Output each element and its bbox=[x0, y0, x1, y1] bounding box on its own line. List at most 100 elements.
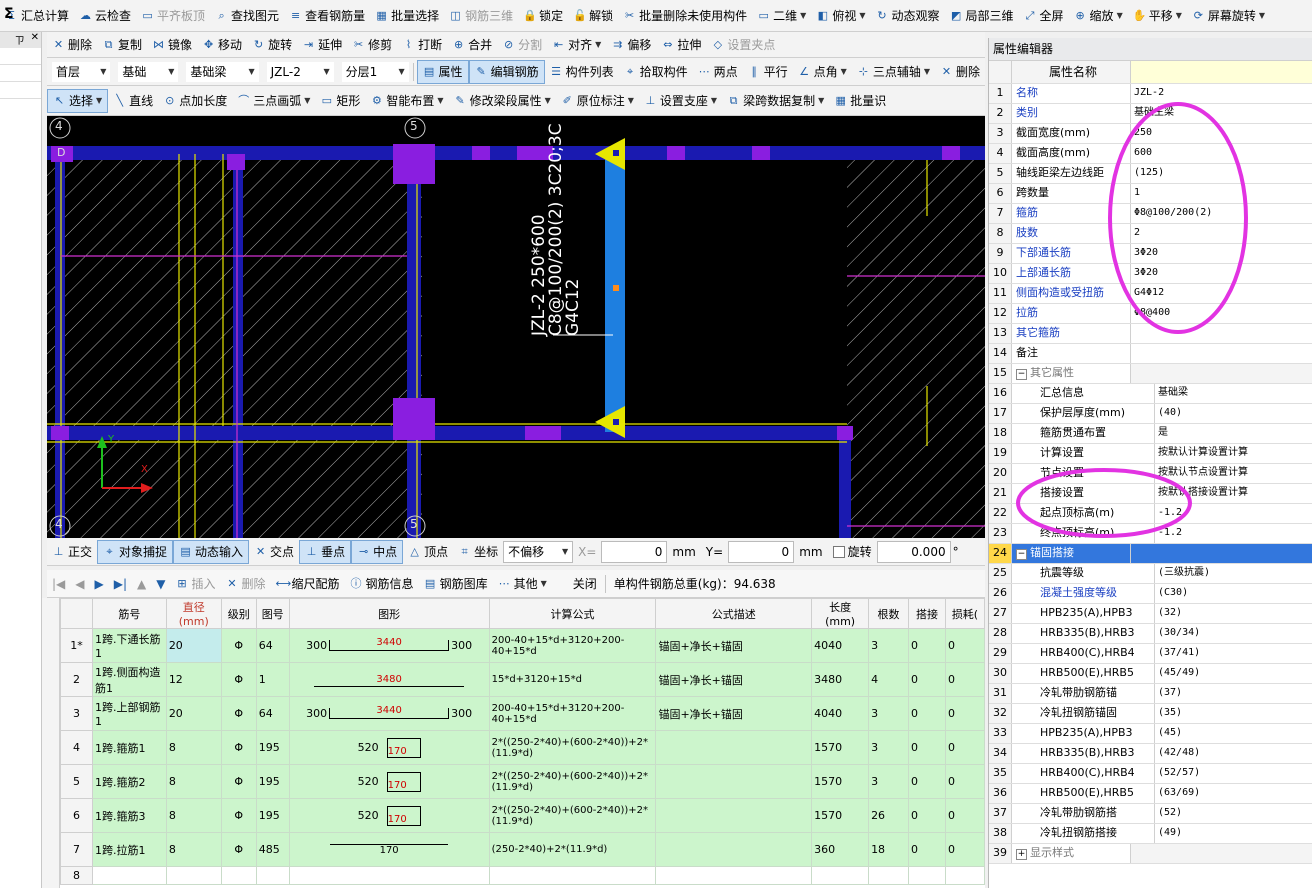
cell-count[interactable] bbox=[868, 866, 909, 885]
cell-name[interactable]: 1跨.侧面构造筋1 bbox=[91, 662, 167, 697]
cell-desc[interactable] bbox=[655, 730, 813, 765]
cell-shape[interactable]: 520 170 bbox=[288, 764, 490, 799]
property-row[interactable]: 24− 锚固搭接 bbox=[989, 544, 1312, 564]
property-row[interactable]: 19 计算设置 按默认计算设置计算 bbox=[989, 444, 1312, 464]
cell-shape[interactable]: 520 170 bbox=[288, 798, 490, 833]
cell-grade[interactable] bbox=[220, 866, 257, 885]
property-row[interactable]: 4 截面高度(mm) 600 bbox=[989, 144, 1312, 164]
tb1-button-14[interactable]: ⤢ 全屏 bbox=[1019, 5, 1069, 27]
snapitems-button-5[interactable]: ⊸ 中点 bbox=[351, 539, 404, 564]
cell-loss[interactable]: 0 bbox=[944, 798, 985, 833]
property-row[interactable]: 29 HRB400(C),HRB4 (37/41) bbox=[989, 644, 1312, 664]
last-record-button[interactable]: ▶| bbox=[109, 573, 132, 595]
property-value[interactable]: (52/57) bbox=[1155, 764, 1312, 783]
cell-grade[interactable]: Φ bbox=[220, 662, 257, 697]
rebar-col-header-3[interactable]: 图号 bbox=[255, 598, 290, 629]
next-record-button[interactable]: ▶ bbox=[90, 573, 109, 595]
cell-loss[interactable] bbox=[944, 866, 985, 885]
property-row[interactable]: 35 HRB400(C),HRB4 (52/57) bbox=[989, 764, 1312, 784]
tree-toggle-icon[interactable]: − bbox=[1016, 369, 1027, 380]
property-row[interactable]: 11 侧面构造或受扭筋 G4Φ12 bbox=[989, 284, 1312, 304]
property-value[interactable]: 按默认计算设置计算 bbox=[1155, 444, 1312, 463]
cell-formula[interactable]: 200-40+15*d+3120+200-40+15*d bbox=[488, 696, 657, 731]
left-beam[interactable] bbox=[55, 146, 65, 538]
table-row[interactable]: 8 bbox=[60, 866, 985, 885]
pin-icon[interactable]: ㄗ bbox=[15, 32, 25, 48]
snapitems-button-4[interactable]: ⊥ 垂点 bbox=[299, 539, 352, 564]
tb2-button-4[interactable]: ↻ 旋转 bbox=[247, 34, 297, 56]
table-row[interactable]: 7 1跨.拉筋1 8 Φ 485 170 (250-2*40)+2*(11.9*d) 360 1… bbox=[60, 832, 985, 867]
cell-lap[interactable]: 0 bbox=[908, 696, 946, 731]
rebartb-button-3[interactable]: ⓘ 钢筋信息 bbox=[345, 573, 419, 595]
tb1-button-7[interactable]: 🔒 锁定 bbox=[518, 5, 568, 27]
tree-toggle-icon[interactable]: + bbox=[1016, 849, 1027, 860]
cell-formula[interactable]: 200-40+15*d+3120+200-40+15*d bbox=[488, 628, 657, 663]
tb1-button-4[interactable]: ≡ 查看钢筋量 bbox=[284, 5, 370, 27]
property-value[interactable]: (42/48) bbox=[1155, 744, 1312, 763]
member-select[interactable]: JZL-2 ▼ bbox=[265, 60, 335, 83]
type-select[interactable]: 基础梁 ▼ bbox=[185, 60, 260, 83]
property-row[interactable]: 22 起点顶标高(m) -1.2 bbox=[989, 504, 1312, 524]
property-row[interactable]: 15− 其它属性 bbox=[989, 364, 1312, 384]
rebar-col-header-0[interactable]: 筋号 bbox=[91, 598, 167, 629]
tb3-button-4[interactable]: ⋯ 两点 bbox=[693, 61, 743, 83]
cell-loss[interactable]: 0 bbox=[944, 730, 985, 765]
property-value[interactable]: -1.2 bbox=[1155, 504, 1312, 523]
property-value[interactable]: (三级抗震) bbox=[1155, 564, 1312, 583]
cell-shape[interactable]: 300 3440 300 bbox=[288, 696, 490, 731]
cell-name[interactable]: 1跨.上部钢筋1 bbox=[91, 696, 167, 731]
cell-count[interactable]: 3 bbox=[868, 628, 909, 663]
x-input[interactable]: 0 bbox=[601, 540, 668, 563]
cell-grade[interactable]: Φ bbox=[220, 764, 257, 799]
cell-grade[interactable]: Φ bbox=[220, 696, 257, 731]
tb3-button-8[interactable]: ✕ 删除 bbox=[935, 61, 985, 83]
tb2-button-2[interactable]: ⋈ 镜像 bbox=[147, 34, 197, 56]
cell-len[interactable]: 3480 bbox=[811, 662, 870, 697]
offset-select[interactable]: 不偏移 ▼ bbox=[503, 540, 574, 563]
property-value[interactable]: -1.2 bbox=[1155, 524, 1312, 543]
tb3-button-1[interactable]: ✎ 编辑钢筋 bbox=[468, 59, 545, 84]
cell-fig[interactable]: 195 bbox=[255, 730, 290, 765]
rebartb-button-5[interactable]: ⋯ 其他 ▼ bbox=[493, 573, 552, 595]
property-value[interactable]: 3Φ20 bbox=[1131, 264, 1312, 283]
cell-no[interactable]: 6 bbox=[60, 798, 93, 833]
sigma-icon[interactable]: Σ bbox=[4, 6, 14, 22]
tb1-button-1[interactable]: ☁ 云检查 bbox=[74, 5, 136, 27]
rebar-col-header-2[interactable]: 级别 bbox=[220, 598, 257, 629]
property-row[interactable]: 32 冷轧扭钢筋锚固 (35) bbox=[989, 704, 1312, 724]
property-value[interactable]: (125) bbox=[1131, 164, 1312, 183]
cell-formula[interactable]: (250-2*40)+2*(11.9*d) bbox=[488, 832, 657, 867]
cell-formula[interactable]: 2*((250-2*40)+(600-2*40))+2*(11.9*d) bbox=[488, 798, 657, 833]
tb4-button-0[interactable]: ↖ 选择 ▼ bbox=[47, 88, 109, 113]
cell-count[interactable]: 3 bbox=[868, 696, 909, 731]
cell-dia[interactable]: 20 bbox=[165, 696, 222, 731]
rebartb-button-2[interactable]: ⟷ 缩尺配筋 bbox=[271, 573, 345, 595]
cell-fig[interactable] bbox=[255, 866, 290, 885]
right-beam[interactable] bbox=[839, 426, 851, 538]
cell-name[interactable]: 1跨.箍筋3 bbox=[91, 798, 167, 833]
cell-lap[interactable]: 0 bbox=[908, 832, 946, 867]
tb2-button-13[interactable]: ◇ 设置夹点 bbox=[706, 34, 780, 56]
cell-lap[interactable] bbox=[908, 866, 946, 885]
rebar-col-header-5[interactable]: 计算公式 bbox=[488, 598, 657, 629]
cell-grade[interactable]: Φ bbox=[220, 628, 257, 663]
property-row[interactable]: 36 HRB500(E),HRB5 (63/69) bbox=[989, 784, 1312, 804]
rebar-col-header-4[interactable]: 图形 bbox=[288, 598, 490, 629]
property-row[interactable]: 31 冷轧带肋钢筋锚 (37) bbox=[989, 684, 1312, 704]
cell-formula[interactable]: 2*((250-2*40)+(600-2*40))+2*(11.9*d) bbox=[488, 730, 657, 765]
property-value[interactable]: (37) bbox=[1155, 684, 1312, 703]
tb4-button-4[interactable]: ▭ 矩形 bbox=[315, 90, 365, 112]
property-value[interactable]: (30/34) bbox=[1155, 624, 1312, 643]
close-icon[interactable]: ✕ bbox=[31, 32, 39, 48]
property-value[interactable]: G4Φ12 bbox=[1131, 284, 1312, 303]
cell-name[interactable]: 1跨.箍筋1 bbox=[91, 730, 167, 765]
cell-grade[interactable]: Φ bbox=[220, 832, 257, 867]
cell-fig[interactable]: 195 bbox=[255, 798, 290, 833]
cell-desc[interactable] bbox=[655, 866, 813, 885]
cell-name[interactable]: 1跨.箍筋2 bbox=[91, 764, 167, 799]
property-value[interactable]: 1 bbox=[1131, 184, 1312, 203]
cell-loss[interactable]: 0 bbox=[944, 696, 985, 731]
rebar-col-header-1[interactable]: 直径(mm) bbox=[165, 598, 222, 629]
cell-count[interactable]: 3 bbox=[868, 730, 909, 765]
middle-beam[interactable] bbox=[47, 426, 847, 440]
